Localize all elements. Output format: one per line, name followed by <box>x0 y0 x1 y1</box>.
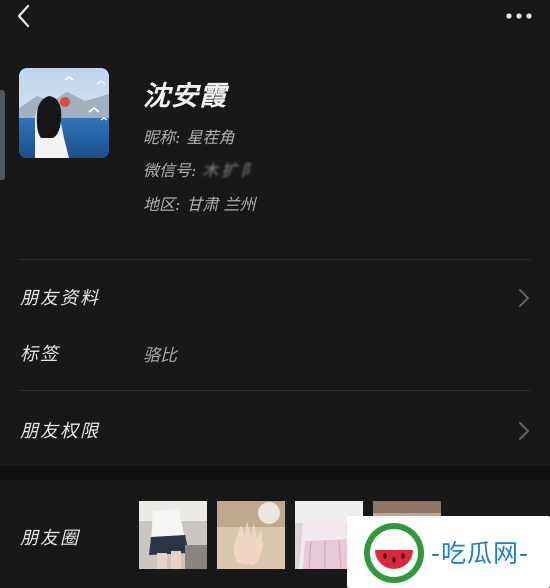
region-label: 地区: <box>143 195 181 214</box>
watermelon-logo-icon <box>364 523 424 583</box>
moments-photo <box>217 501 285 569</box>
wechat-id-line: 微信号: 木扩阝 <box>143 157 259 181</box>
friend-permissions-label: 朋友权限 <box>20 421 100 442</box>
avatar[interactable] <box>19 68 109 158</box>
friend-permissions-row[interactable]: 朋友权限 <box>0 403 550 459</box>
avatar-photo <box>19 68 109 158</box>
tags-value: 骆比 <box>143 346 177 366</box>
moments-thumbnail[interactable] <box>217 501 285 569</box>
profile-header: 沈安霞 昵称: 星茬角 微信号: 木扩阝 地区: 甘肃 兰州 <box>0 32 550 260</box>
top-bar <box>0 0 550 32</box>
region-value: 甘肃 兰州 <box>186 195 256 214</box>
moments-label: 朋友圈 <box>20 528 80 549</box>
watermark-text: -吃瓜网- <box>431 539 530 568</box>
moments-thumbnail[interactable] <box>139 501 207 569</box>
contact-name: 沈安霞 <box>143 81 227 112</box>
moments-photo <box>139 501 207 569</box>
section-gap <box>0 466 550 480</box>
nickname-value: 星茬角 <box>186 128 235 147</box>
chevron-left-icon <box>17 4 30 28</box>
site-watermark: -吃瓜网- <box>347 516 550 588</box>
tags-divider <box>19 390 531 391</box>
nickname-line: 昵称: 星茬角 <box>143 124 234 148</box>
wechat-id-label: 微信号: <box>143 161 197 180</box>
wechat-id-value[interactable]: 木扩阝 <box>202 157 259 181</box>
back-button[interactable] <box>10 2 38 30</box>
tags-label: 标签 <box>20 344 60 365</box>
more-button[interactable] <box>502 4 536 24</box>
tags-row[interactable]: 标签 骆比 <box>0 326 550 382</box>
friend-info-row[interactable]: 朋友资料 <box>0 270 550 326</box>
profile-divider <box>19 259 531 260</box>
nickname-label: 昵称: <box>143 128 181 147</box>
more-dots-icon <box>506 13 532 19</box>
chevron-right-icon <box>519 289 529 307</box>
chevron-right-icon <box>519 422 529 440</box>
friend-info-label: 朋友资料 <box>20 288 100 309</box>
region-line: 地区: 甘肃 兰州 <box>143 191 256 215</box>
